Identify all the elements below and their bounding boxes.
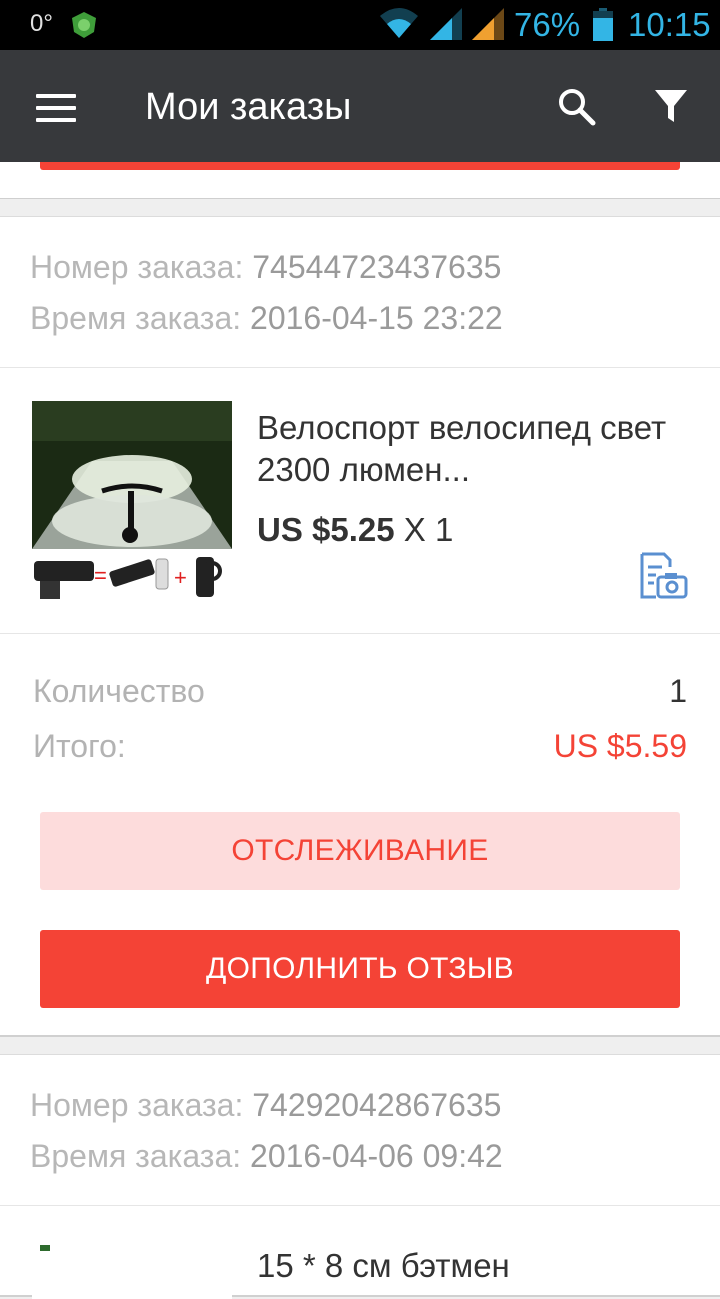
product-quantity: X 1 (394, 511, 454, 548)
quantity-value: 1 (669, 673, 687, 709)
total-label: Итого: (33, 728, 126, 764)
product-title[interactable]: 15 * 8 см бэтмен (257, 1245, 677, 1287)
product-price: US $5.25 (257, 511, 395, 548)
temperature-indicator: 0° (30, 10, 53, 37)
order-number-row: Номер заказа: 74292042867635 (30, 1087, 501, 1124)
order-number-value: 74292042867635 (252, 1087, 502, 1123)
previous-order-button-edge[interactable] (40, 162, 680, 170)
search-icon[interactable] (556, 86, 596, 126)
order-time-label: Время заказа: (30, 300, 242, 336)
security-app-icon (72, 12, 96, 38)
total-value: US $5.59 (553, 728, 687, 764)
product-image-batman (32, 1239, 232, 1299)
add-photo-review-icon[interactable] (638, 551, 688, 601)
product-price-row: US $5.25 X 1 (257, 511, 453, 549)
status-bar: 0° 76% 10:15 (0, 0, 720, 50)
order-card: Номер заказа: 74544723437635 Время заказ… (0, 216, 720, 1037)
product-image[interactable] (32, 1239, 232, 1299)
order-time-value: 2016-04-06 09:42 (250, 1138, 503, 1174)
order-time-row: Время заказа: 2016-04-15 23:22 (30, 300, 503, 337)
product-image[interactable]: = + (32, 401, 232, 601)
filter-icon[interactable] (654, 88, 688, 124)
product-image-bike-light: = + (32, 401, 232, 601)
product-title[interactable]: Велоспорт велосипед свет 2300 люмен... (257, 407, 677, 491)
order-time-value: 2016-04-15 23:22 (250, 300, 503, 336)
divider (0, 633, 720, 634)
signal-icon-sim2 (472, 8, 504, 40)
page-title: Мои заказы (145, 86, 352, 128)
clock: 10:15 (628, 6, 711, 43)
menu-icon[interactable] (36, 94, 76, 122)
order-number-label: Номер заказа: (30, 249, 244, 285)
track-order-button[interactable]: ОТСЛЕЖИВАНИЕ (40, 812, 680, 890)
svg-text:+: + (174, 565, 187, 590)
order-card: Номер заказа: 74292042867635 Время заказ… (0, 1054, 720, 1299)
svg-text:=: = (94, 563, 107, 588)
order-time-row: Время заказа: 2016-04-06 09:42 (30, 1138, 503, 1175)
quantity-label: Количество (33, 673, 205, 709)
add-review-button[interactable]: ДОПОЛНИТЬ ОТЗЫВ (40, 930, 680, 1008)
order-number-value: 74544723437635 (252, 249, 502, 285)
signal-icon-sim1 (430, 8, 462, 40)
battery-icon (593, 8, 613, 41)
divider (0, 1205, 720, 1206)
order-number-label: Номер заказа: (30, 1087, 244, 1123)
divider (0, 367, 720, 368)
order-time-label: Время заказа: (30, 1138, 242, 1174)
wifi-icon (380, 8, 418, 38)
app-bar: Мои заказы (0, 50, 720, 162)
previous-order-card-bottom (0, 162, 720, 199)
order-number-row: Номер заказа: 74544723437635 (30, 249, 501, 286)
battery-percentage: 76% (514, 6, 581, 43)
